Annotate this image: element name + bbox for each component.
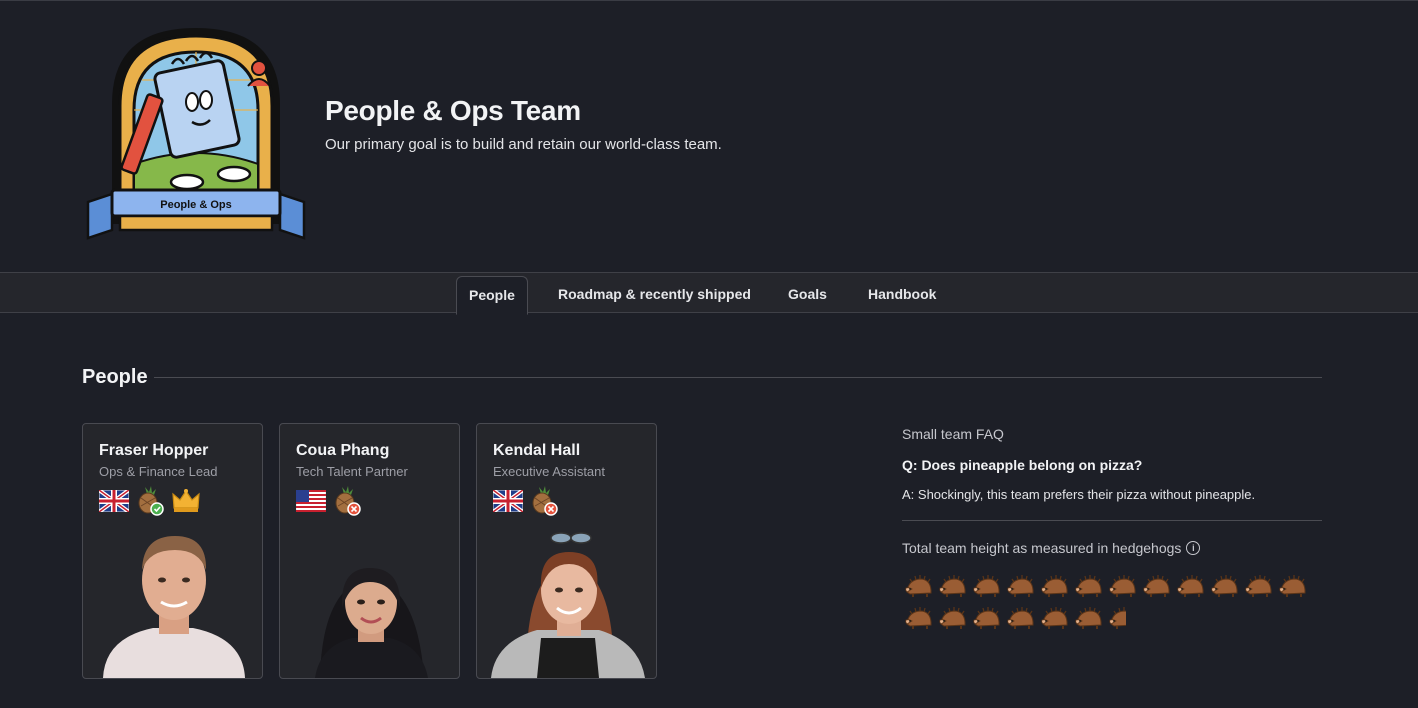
faq-divider <box>902 520 1322 521</box>
person-name: Kendal Hall <box>493 442 581 459</box>
person-role: Tech Talent Partner <box>296 464 408 479</box>
page-subtitle: Our primary goal is to build and retain … <box>325 136 722 153</box>
hedgehog-icon <box>972 572 1002 602</box>
uk-flag-icon <box>99 490 129 512</box>
hedgehog-icon <box>1176 572 1206 602</box>
person-card-kendal-hall[interactable]: Kendal Hall Executive Assistant <box>476 423 657 679</box>
team-badge-text: People & Ops <box>160 199 232 211</box>
hedgehog-icon <box>938 572 968 602</box>
pineapple-yes-icon <box>138 486 164 516</box>
person-portrait-fraser <box>103 536 245 678</box>
tab-people[interactable]: People <box>456 276 528 315</box>
faq-question: Q: Does pineapple belong on pizza? <box>902 457 1143 473</box>
hedgehog-icon <box>1210 572 1240 602</box>
faq-answer: A: Shockingly, this team prefers their p… <box>902 487 1256 502</box>
person-role: Ops & Finance Lead <box>99 464 218 479</box>
height-label-row: Total team height as measured in hedgeho… <box>902 540 1201 556</box>
person-portrait-kendal <box>491 532 645 678</box>
pineapple-no-icon <box>532 486 558 516</box>
team-badge-logo: People & Ops <box>86 28 306 240</box>
faq-heading: Small team FAQ <box>902 426 1004 442</box>
person-card-coua-phang[interactable]: Coua Phang Tech Talent Partner <box>279 423 460 679</box>
hedgehog-icon <box>904 572 934 602</box>
us-flag-icon <box>296 490 326 512</box>
tab-roadmap[interactable]: Roadmap & recently shipped <box>546 276 763 314</box>
hedgehog-icon <box>904 604 934 634</box>
person-portrait-coua <box>315 568 428 678</box>
hedgehog-icon <box>1074 604 1104 634</box>
hedgehog-icon <box>1278 572 1308 602</box>
section-title: People <box>82 366 148 388</box>
page-title: People & Ops Team <box>325 95 581 126</box>
crown-icon <box>172 489 200 512</box>
person-name: Coua Phang <box>296 442 390 459</box>
tab-handbook[interactable]: Handbook <box>856 276 948 314</box>
hedgehog-icon <box>1244 572 1274 602</box>
person-role: Executive Assistant <box>493 464 605 479</box>
hedgehog-icon <box>1074 572 1104 602</box>
hedgehog-icon <box>1142 572 1172 602</box>
tab-goals[interactable]: Goals <box>776 276 839 314</box>
hedgehog-icon <box>938 604 968 634</box>
info-icon[interactable]: i <box>1186 541 1201 555</box>
hedgehog-partial-icon <box>1108 604 1126 634</box>
pineapple-no-icon <box>335 486 361 516</box>
height-label: Total team height as measured in hedgeho… <box>902 540 1182 556</box>
uk-flag-icon <box>493 490 523 512</box>
hedgehog-icon <box>1040 604 1070 634</box>
hedgehog-height-meter <box>904 572 1324 634</box>
person-card-fraser-hopper[interactable]: Fraser Hopper Ops & Finance Lead <box>82 423 263 679</box>
hedgehog-icon <box>1108 572 1138 602</box>
hedgehog-icon <box>1006 572 1036 602</box>
tab-bar: People Roadmap & recently shipped Goals … <box>0 272 1418 315</box>
hedgehog-icon <box>1040 572 1070 602</box>
hedgehog-icon <box>972 604 1002 634</box>
section-divider <box>154 377 1322 378</box>
team-header: People & Ops People & Ops Team Our prima… <box>0 0 1418 272</box>
person-name: Fraser Hopper <box>99 442 209 459</box>
hedgehog-icon <box>1006 604 1036 634</box>
